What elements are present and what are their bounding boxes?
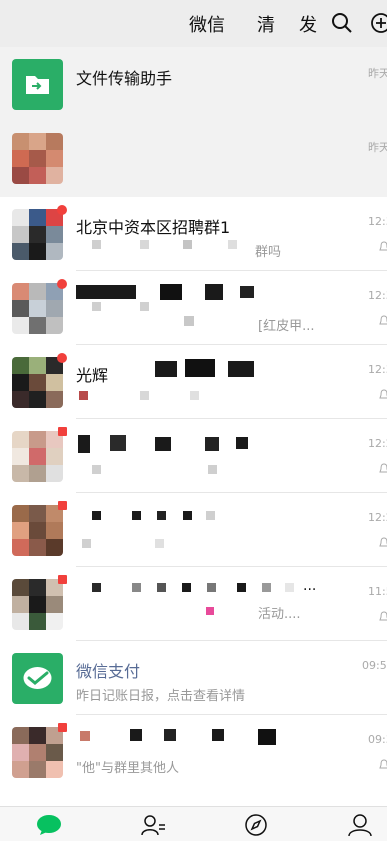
chat-preview: [红皮甲... <box>258 319 315 334</box>
chat-time: 09:3 <box>368 733 387 746</box>
wechat-pay-icon <box>23 667 52 689</box>
chat-row[interactable]: 12:2 <box>0 419 387 493</box>
chat-time: 昨天 <box>368 141 387 154</box>
chat-time: 昨天 <box>368 67 387 80</box>
folder-icon <box>26 76 49 94</box>
chat-name: 微信支付 <box>76 662 141 681</box>
mute-bell-icon <box>379 537 387 547</box>
top-bar: 微信 清 发 <box>0 0 387 47</box>
unread-badge <box>57 353 67 363</box>
mute-bell-icon <box>379 759 387 769</box>
chat-row-wechat-pay[interactable]: 微信支付 昨日记账日报，点击查看详情 09:5 <box>0 641 387 715</box>
chat-time: 12:3 <box>368 363 387 376</box>
avatar <box>12 727 63 778</box>
chat-row-file-transfer[interactable]: 文件传输助手 昨天 <box>0 47 387 121</box>
chat-time: 11:5 <box>368 585 387 598</box>
mute-bell-icon <box>379 241 387 251</box>
chat-bubble-icon[interactable] <box>35 813 63 837</box>
chat-preview: 昨日记账日报，点击查看详情 <box>76 689 246 704</box>
send-action[interactable]: 发 <box>299 11 317 37</box>
chat-preview: 群吗 <box>255 245 282 260</box>
chat-time: 12:3 <box>368 289 387 302</box>
chat-row[interactable]: 昨天 <box>0 121 387 197</box>
unread-badge <box>57 279 67 289</box>
clear-action[interactable]: 清 <box>257 11 275 37</box>
plus-circle-icon[interactable] <box>370 12 387 34</box>
bottom-tab-bar <box>0 806 387 841</box>
mute-bell-icon <box>379 611 387 621</box>
contacts-icon[interactable] <box>140 813 166 837</box>
chat-row[interactable]: 光辉 12:3 <box>0 345 387 419</box>
unread-badge <box>58 427 67 436</box>
unread-badge <box>57 205 67 215</box>
chat-time: 12:2 <box>368 511 387 524</box>
chat-time: 12:3 <box>368 215 387 228</box>
unread-badge <box>58 575 67 584</box>
chat-row[interactable]: ... 活动.... 11:5 <box>0 567 387 641</box>
avatar <box>12 59 63 110</box>
avatar <box>12 133 63 184</box>
chat-row-group[interactable]: 北京中资本区招聘群1 群吗 12:3 <box>0 197 387 271</box>
avatar <box>12 431 63 482</box>
person-icon[interactable] <box>347 813 373 837</box>
chat-row[interactable]: "他"与群里其他人 09:3 <box>0 715 387 801</box>
chat-time: 09:5 <box>362 659 387 672</box>
unread-badge <box>58 723 67 732</box>
search-icon[interactable] <box>331 12 353 34</box>
mute-bell-icon <box>379 389 387 399</box>
chat-preview: "他"与群里其他人 <box>76 761 179 776</box>
avatar <box>12 579 63 630</box>
avatar <box>12 357 63 408</box>
chat-name: 光辉 <box>76 366 109 385</box>
chat-row[interactable]: [红皮甲... 12:3 <box>0 271 387 345</box>
unread-badge <box>58 501 67 510</box>
chat-name: 文件传输助手 <box>76 69 173 88</box>
mute-bell-icon <box>379 315 387 325</box>
compass-icon[interactable] <box>244 813 268 837</box>
avatar <box>12 209 63 260</box>
avatar <box>12 505 63 556</box>
chat-preview-ellipsis: ... <box>303 578 317 594</box>
avatar <box>12 653 63 704</box>
avatar <box>12 283 63 334</box>
chat-name: 北京中资本区招聘群1 <box>76 218 231 237</box>
mute-bell-icon <box>379 463 387 473</box>
chat-row[interactable]: 12:2 <box>0 493 387 567</box>
page-title: 微信 <box>189 15 225 36</box>
chat-preview: 活动.... <box>258 607 301 622</box>
chat-list: 文件传输助手 昨天 昨天 北京中资本区招聘群1 群吗 12: [红皮甲... 1… <box>0 47 387 801</box>
chat-time: 12:2 <box>368 437 387 450</box>
